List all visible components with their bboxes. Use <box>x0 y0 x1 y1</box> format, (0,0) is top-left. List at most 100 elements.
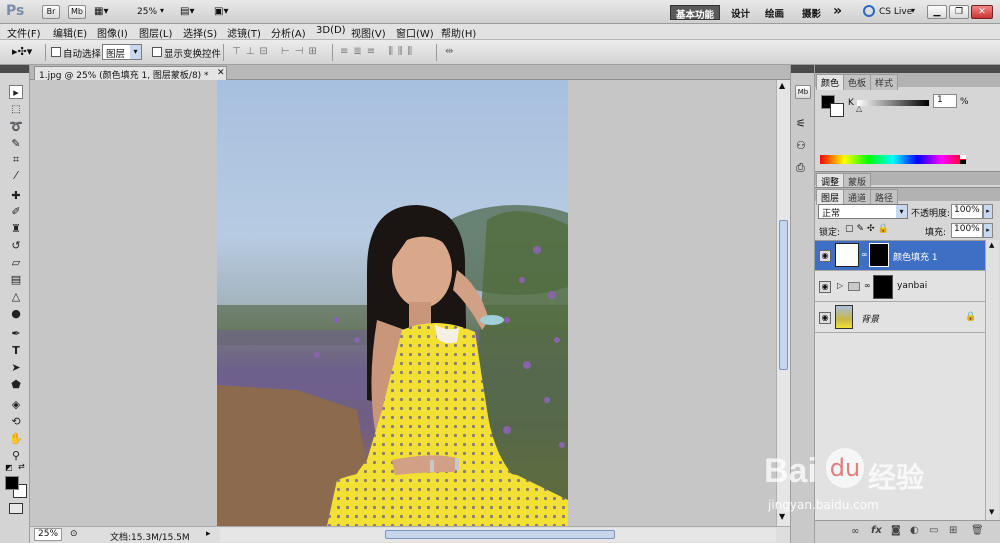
opacity-input[interactable]: 100% <box>951 204 983 219</box>
expand-arrow-icon[interactable]: ▷ <box>837 281 843 290</box>
menu-edit[interactable]: 编辑(E) <box>53 25 87 40</box>
history-brush-tool-icon[interactable]: ↺ <box>9 239 23 253</box>
workspace-design-button[interactable]: 设计 <box>726 5 755 20</box>
brush-tool-icon[interactable]: ✐ <box>9 205 23 219</box>
horizontal-scrollbar[interactable] <box>220 528 776 542</box>
distribute-icons[interactable]: ≡≣≡ ⫼⫼⫼ <box>340 46 417 57</box>
tab-swatches[interactable]: 色板 <box>843 74 872 90</box>
scroll-up-icon[interactable]: ▲ <box>989 241 994 249</box>
menu-analysis[interactable]: 分析(A) <box>271 25 306 40</box>
view-extras-icon[interactable]: ▦▾ <box>94 6 108 17</box>
eraser-tool-icon[interactable]: ▱ <box>9 256 23 270</box>
menu-view[interactable]: 视图(V) <box>351 25 386 40</box>
restore-button[interactable]: ❐ <box>949 5 969 19</box>
visibility-eye-icon[interactable]: ◉ <box>819 250 831 262</box>
tab-channels[interactable]: 通道 <box>843 189 872 205</box>
align-icons[interactable]: ⊤⊥⊟ ⊢⊣⊞ <box>232 46 322 57</box>
k-slider[interactable] <box>857 100 929 106</box>
auto-select-checkbox[interactable] <box>51 47 61 57</box>
foreground-color-swatch[interactable] <box>5 476 19 490</box>
eyedropper-tool-icon[interactable]: ⁄ <box>9 169 23 183</box>
shape-tool-icon[interactable]: ⬟ <box>9 378 23 392</box>
tab-layers[interactable]: 图层 <box>816 189 845 205</box>
opacity-arrow-icon[interactable]: ▸ <box>983 204 993 219</box>
show-transform-checkbox[interactable] <box>152 47 162 57</box>
menu-filter[interactable]: 滤镜(T) <box>227 25 261 40</box>
blend-mode-dropdown[interactable]: 正常 ▾ <box>818 204 908 219</box>
tab-color[interactable]: 颜色 <box>816 74 845 90</box>
menu-layer[interactable]: 图层(L) <box>139 25 172 40</box>
menu-select[interactable]: 选择(S) <box>183 25 217 40</box>
hand-tool-icon[interactable]: ✋ <box>9 432 23 446</box>
close-tab-icon[interactable]: ✕ <box>217 68 225 78</box>
status-info-icon[interactable]: ⊙ <box>70 529 78 539</box>
lasso-tool-icon[interactable]: ➰ <box>9 120 23 134</box>
k-value-input[interactable]: 1 <box>933 94 957 108</box>
quick-selection-tool-icon[interactable]: ✎ <box>9 137 23 151</box>
pen-tool-icon[interactable]: ✒ <box>9 327 23 341</box>
menu-help[interactable]: 帮助(H) <box>441 25 476 40</box>
crop-tool-icon[interactable]: ⌗ <box>9 153 23 167</box>
horizontal-scroll-thumb[interactable] <box>385 530 615 539</box>
tools-panel-header[interactable] <box>0 65 29 73</box>
menu-3d[interactable]: 3D(D) <box>316 25 346 36</box>
dodge-tool-icon[interactable]: ● <box>9 307 23 321</box>
menu-window[interactable]: 窗口(W) <box>396 25 434 40</box>
layer-row-background[interactable]: ◉ 背景 🔒 <box>815 303 985 333</box>
color-background-swatch[interactable] <box>830 103 844 117</box>
marquee-tool-icon[interactable]: ⬚ <box>9 103 23 117</box>
minibridge-panel-icon[interactable]: Mb <box>795 85 811 99</box>
tab-paths[interactable]: 路径 <box>870 189 899 205</box>
more-workspaces-button[interactable]: » <box>833 3 842 19</box>
path-selection-tool-icon[interactable]: ➤ <box>9 361 23 375</box>
zoom-level[interactable]: 25% <box>137 7 157 17</box>
screen-mode-icon[interactable]: ▣▾ <box>214 6 228 17</box>
move-tool-preset-icon[interactable]: ▸✣▾ <box>12 45 32 58</box>
menu-image[interactable]: 图像(I) <box>97 25 128 40</box>
default-colors-icon[interactable]: ◩ <box>5 463 13 472</box>
k-slider-handle-icon[interactable]: △ <box>856 104 862 113</box>
fill-input[interactable]: 100% <box>951 223 983 238</box>
blur-tool-icon[interactable]: △ <box>9 290 23 304</box>
workspace-painting-button[interactable]: 绘画 <box>760 5 789 20</box>
layer-row-yanbai[interactable]: ◉ ▷ ∞ yanbai <box>815 272 985 302</box>
status-zoom[interactable]: 25% <box>34 528 62 541</box>
fill-arrow-icon[interactable]: ▸ <box>983 223 993 238</box>
type-tool-icon[interactable]: T <box>9 344 23 358</box>
zoom-tool-icon[interactable]: ⚲ <box>9 449 23 463</box>
cslive-dropdown-icon[interactable]: ▾ <box>911 6 915 15</box>
swap-colors-icon[interactable]: ⇄ <box>18 462 25 471</box>
arrange-documents-icon[interactable]: ▤▾ <box>180 6 194 17</box>
visibility-eye-icon[interactable]: ◉ <box>819 312 831 324</box>
zoom-dropdown-icon[interactable]: ▾ <box>160 6 164 15</box>
color-spectrum-bar[interactable] <box>820 155 966 164</box>
clone-stamp-tool-icon[interactable]: ♜ <box>9 222 23 236</box>
minimize-button[interactable]: ▁ <box>927 5 947 19</box>
tool-presets-icon[interactable]: ⚟ <box>796 117 806 130</box>
vertical-scroll-thumb[interactable] <box>779 220 788 370</box>
auto-select-dropdown[interactable]: 图层 ▾ <box>102 44 142 60</box>
visibility-eye-icon[interactable]: ◉ <box>819 281 831 293</box>
healing-brush-tool-icon[interactable]: ✚ <box>9 189 23 203</box>
quick-mask-icon[interactable] <box>9 503 23 514</box>
history-icon[interactable]: ⎙ <box>796 161 805 175</box>
status-menu-icon[interactable]: ▸ <box>206 529 211 539</box>
minibridge-button[interactable]: Mb <box>68 5 86 19</box>
document-tab[interactable]: 1.jpg @ 25% (颜色填充 1, 图层蒙板/8) * ✕ <box>34 66 227 81</box>
canvas-image[interactable] <box>217 80 568 526</box>
workspace-photography-button[interactable]: 摄影 <box>797 5 826 20</box>
close-button[interactable]: ✕ <box>971 5 993 19</box>
workspace-essentials-button[interactable]: 基本功能 <box>670 5 721 21</box>
scroll-up-icon[interactable]: ▲ <box>779 81 785 90</box>
bridge-button[interactable]: Br <box>42 5 60 19</box>
3d-rotate-tool-icon[interactable]: ◈ <box>9 398 23 412</box>
layer-row-color-fill[interactable]: ◉ ∞ 颜色填充 1 <box>815 241 985 271</box>
cslive-icon[interactable] <box>863 5 875 17</box>
3d-orbit-tool-icon[interactable]: ⟲ <box>9 415 23 429</box>
auto-align-layers-icon[interactable]: ⇹ <box>445 46 453 57</box>
lock-icons[interactable]: ▢✎✣🔒 <box>845 224 892 234</box>
menu-file[interactable]: 文件(F) <box>7 25 41 40</box>
tab-styles[interactable]: 样式 <box>870 74 899 90</box>
cslive-button[interactable]: CS Live <box>879 7 912 17</box>
move-tool-icon[interactable]: ▸ <box>9 85 23 99</box>
